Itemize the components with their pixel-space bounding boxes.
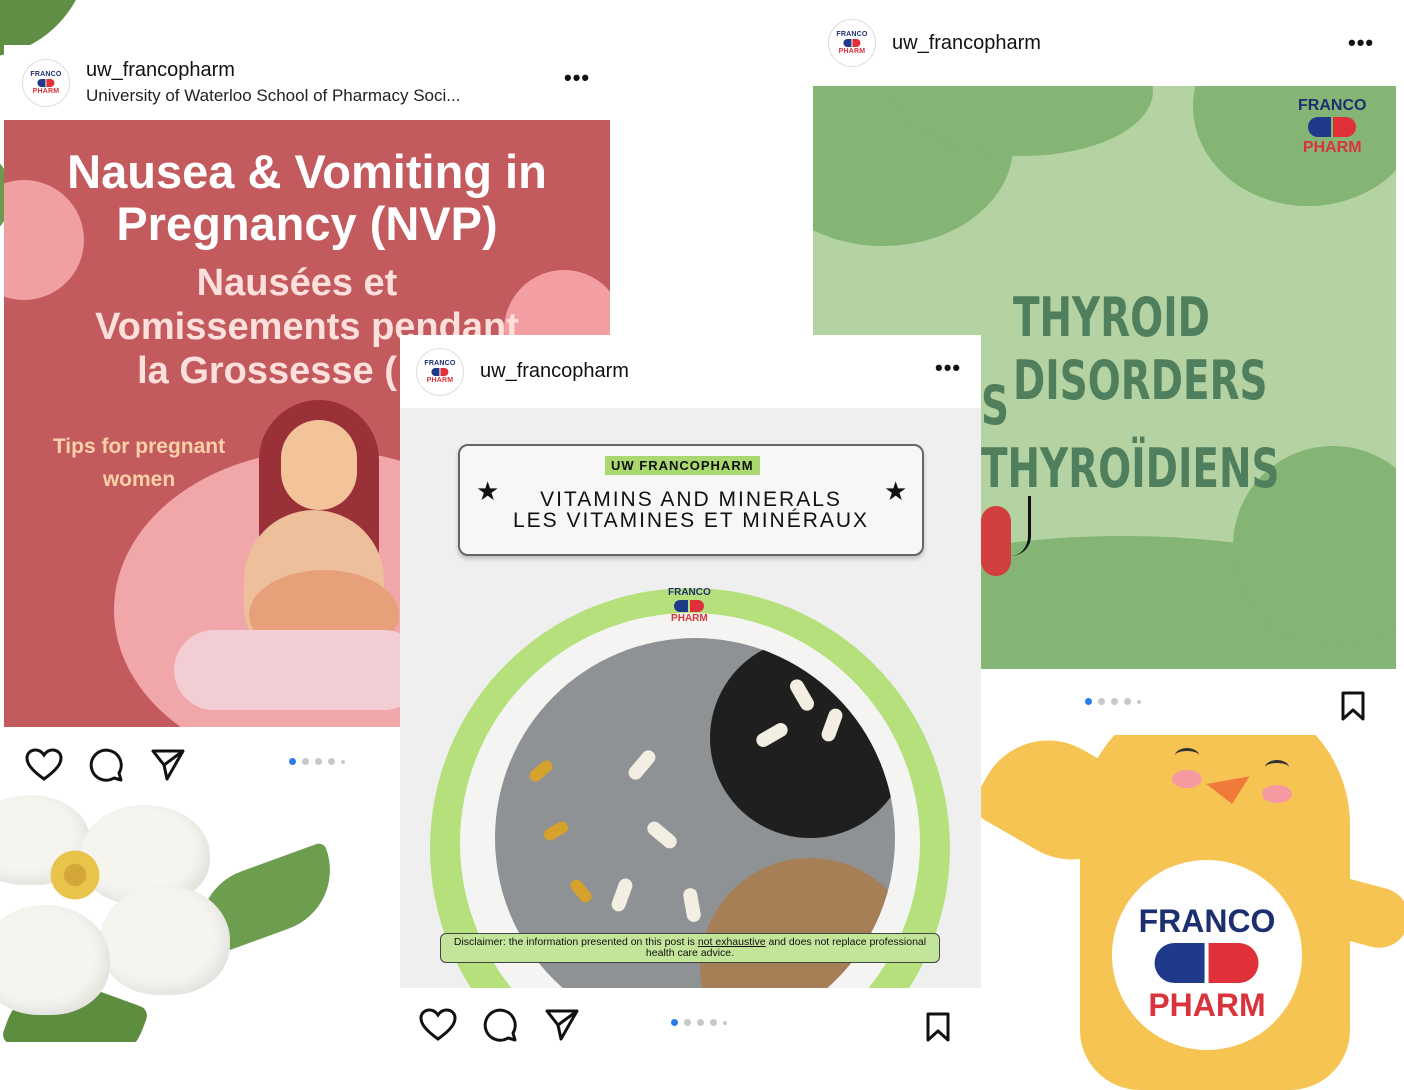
- francopharm-logo: FRANCO PHARM: [30, 70, 62, 95]
- carousel-dot: [1137, 699, 1141, 704]
- post-header: FRANCO PHARM uw_francopharm University o…: [4, 45, 610, 120]
- carousel-dot: [1124, 698, 1131, 705]
- carousel-dot: [302, 758, 309, 765]
- post-header: FRANCO PHARM uw_francopharm: [400, 335, 981, 408]
- profile-avatar[interactable]: FRANCO PHARM: [828, 19, 876, 67]
- face: [281, 420, 357, 510]
- francopharm-logo: FRANCO PHARM: [836, 31, 868, 55]
- background-flower: [0, 795, 330, 1042]
- carousel-dot: [684, 1019, 691, 1026]
- vitamins-title-fr: LES VITAMINES ET MINÉRAUX: [512, 509, 870, 532]
- mascot-badge: FRANCO PHARM: [1112, 860, 1302, 1050]
- vitamins-tag: UW FRANCOPHARM: [605, 456, 760, 475]
- legs: [174, 630, 424, 710]
- profile-avatar[interactable]: FRANCO PHARM: [416, 347, 464, 396]
- francopharm-logo: FRANCO PHARM: [1298, 97, 1367, 156]
- francopharm-logo: FRANCO PHARM: [424, 359, 456, 384]
- bowl: [710, 638, 895, 838]
- carousel-dot: [328, 758, 335, 765]
- carousel-dot: [671, 1019, 678, 1026]
- share-icon[interactable]: [542, 1005, 582, 1045]
- carousel-indicator: [671, 1019, 727, 1026]
- mascot-cheek: [1262, 785, 1292, 803]
- capsule: [609, 876, 635, 914]
- mascot-eye: [1175, 748, 1199, 763]
- softgel: [568, 877, 594, 905]
- bookmark-icon[interactable]: [1333, 686, 1373, 726]
- carousel-dot: [1098, 698, 1105, 705]
- heart-icon[interactable]: [24, 745, 64, 785]
- tips-text: Tips for pregnant women: [52, 435, 226, 491]
- more-options-button[interactable]: •••: [564, 65, 590, 91]
- cork-coaster: [700, 858, 895, 988]
- capsule: [644, 818, 680, 852]
- thyroid-illustration: [981, 506, 1011, 576]
- post-username[interactable]: uw_francopharm: [86, 59, 460, 82]
- carousel-dot: [341, 759, 345, 764]
- capsule: [682, 887, 702, 923]
- comment-icon[interactable]: [480, 1005, 520, 1045]
- profile-avatar[interactable]: FRANCO PHARM: [22, 58, 70, 107]
- francopharm-logo: FRANCO PHARM: [1138, 903, 1276, 1023]
- carousel-dot: [315, 758, 322, 765]
- nvp-title-line1: Nausea & Vomiting in: [67, 145, 547, 198]
- thyroid-title-fr: S THYROÏDIENS: [981, 374, 1280, 500]
- post-header: FRANCO PHARM uw_francopharm: [813, 0, 1396, 86]
- softgel: [527, 758, 555, 784]
- heart-icon[interactable]: [418, 1005, 458, 1045]
- carousel-dot: [723, 1020, 727, 1025]
- petal: [0, 905, 110, 1015]
- carousel-dot: [697, 1019, 704, 1026]
- post-subtitle[interactable]: University of Waterloo School of Pharmac…: [86, 86, 460, 106]
- comment-icon[interactable]: [86, 745, 126, 785]
- post-image[interactable]: UW FRANCOPHARM ★ ★ VITAMINS AND MINERALS…: [400, 408, 981, 988]
- bookmark-icon[interactable]: [918, 1007, 958, 1047]
- petal: [100, 885, 230, 995]
- post-username[interactable]: uw_francopharm: [480, 360, 629, 383]
- disclaimer-banner: Disclaimer: the information presented on…: [440, 933, 940, 963]
- flower-center: [30, 835, 120, 915]
- mascot-eye: [1265, 760, 1289, 775]
- carousel-dot: [289, 758, 296, 765]
- capsule: [625, 747, 659, 783]
- carousel-indicator: [1085, 698, 1141, 705]
- carousel-indicator: [289, 758, 345, 765]
- francopharm-logo: FRANCO PHARM: [668, 587, 711, 624]
- carousel-dot: [1111, 698, 1118, 705]
- mascot-cheek: [1172, 770, 1202, 788]
- carousel-dot: [1085, 698, 1092, 705]
- carousel-dot: [710, 1019, 717, 1026]
- post-username[interactable]: uw_francopharm: [892, 32, 1041, 55]
- vitamins-title-box: UW FRANCOPHARM ★ ★ VITAMINS AND MINERALS…: [458, 444, 924, 556]
- instagram-post-vitamins: FRANCO PHARM uw_francopharm ••• UW FRANC…: [400, 335, 981, 1042]
- post-action-bar: [24, 745, 188, 785]
- nvp-title-line2: Pregnancy (NVP): [116, 197, 498, 250]
- softgel: [541, 819, 571, 843]
- post-action-bar: [418, 1005, 582, 1045]
- thyroid-illustration: [1008, 496, 1031, 556]
- nvp-fr-line1: Nausées et: [196, 262, 398, 304]
- share-icon[interactable]: [148, 745, 188, 785]
- more-options-button[interactable]: •••: [935, 355, 961, 381]
- more-options-button[interactable]: •••: [1348, 30, 1374, 56]
